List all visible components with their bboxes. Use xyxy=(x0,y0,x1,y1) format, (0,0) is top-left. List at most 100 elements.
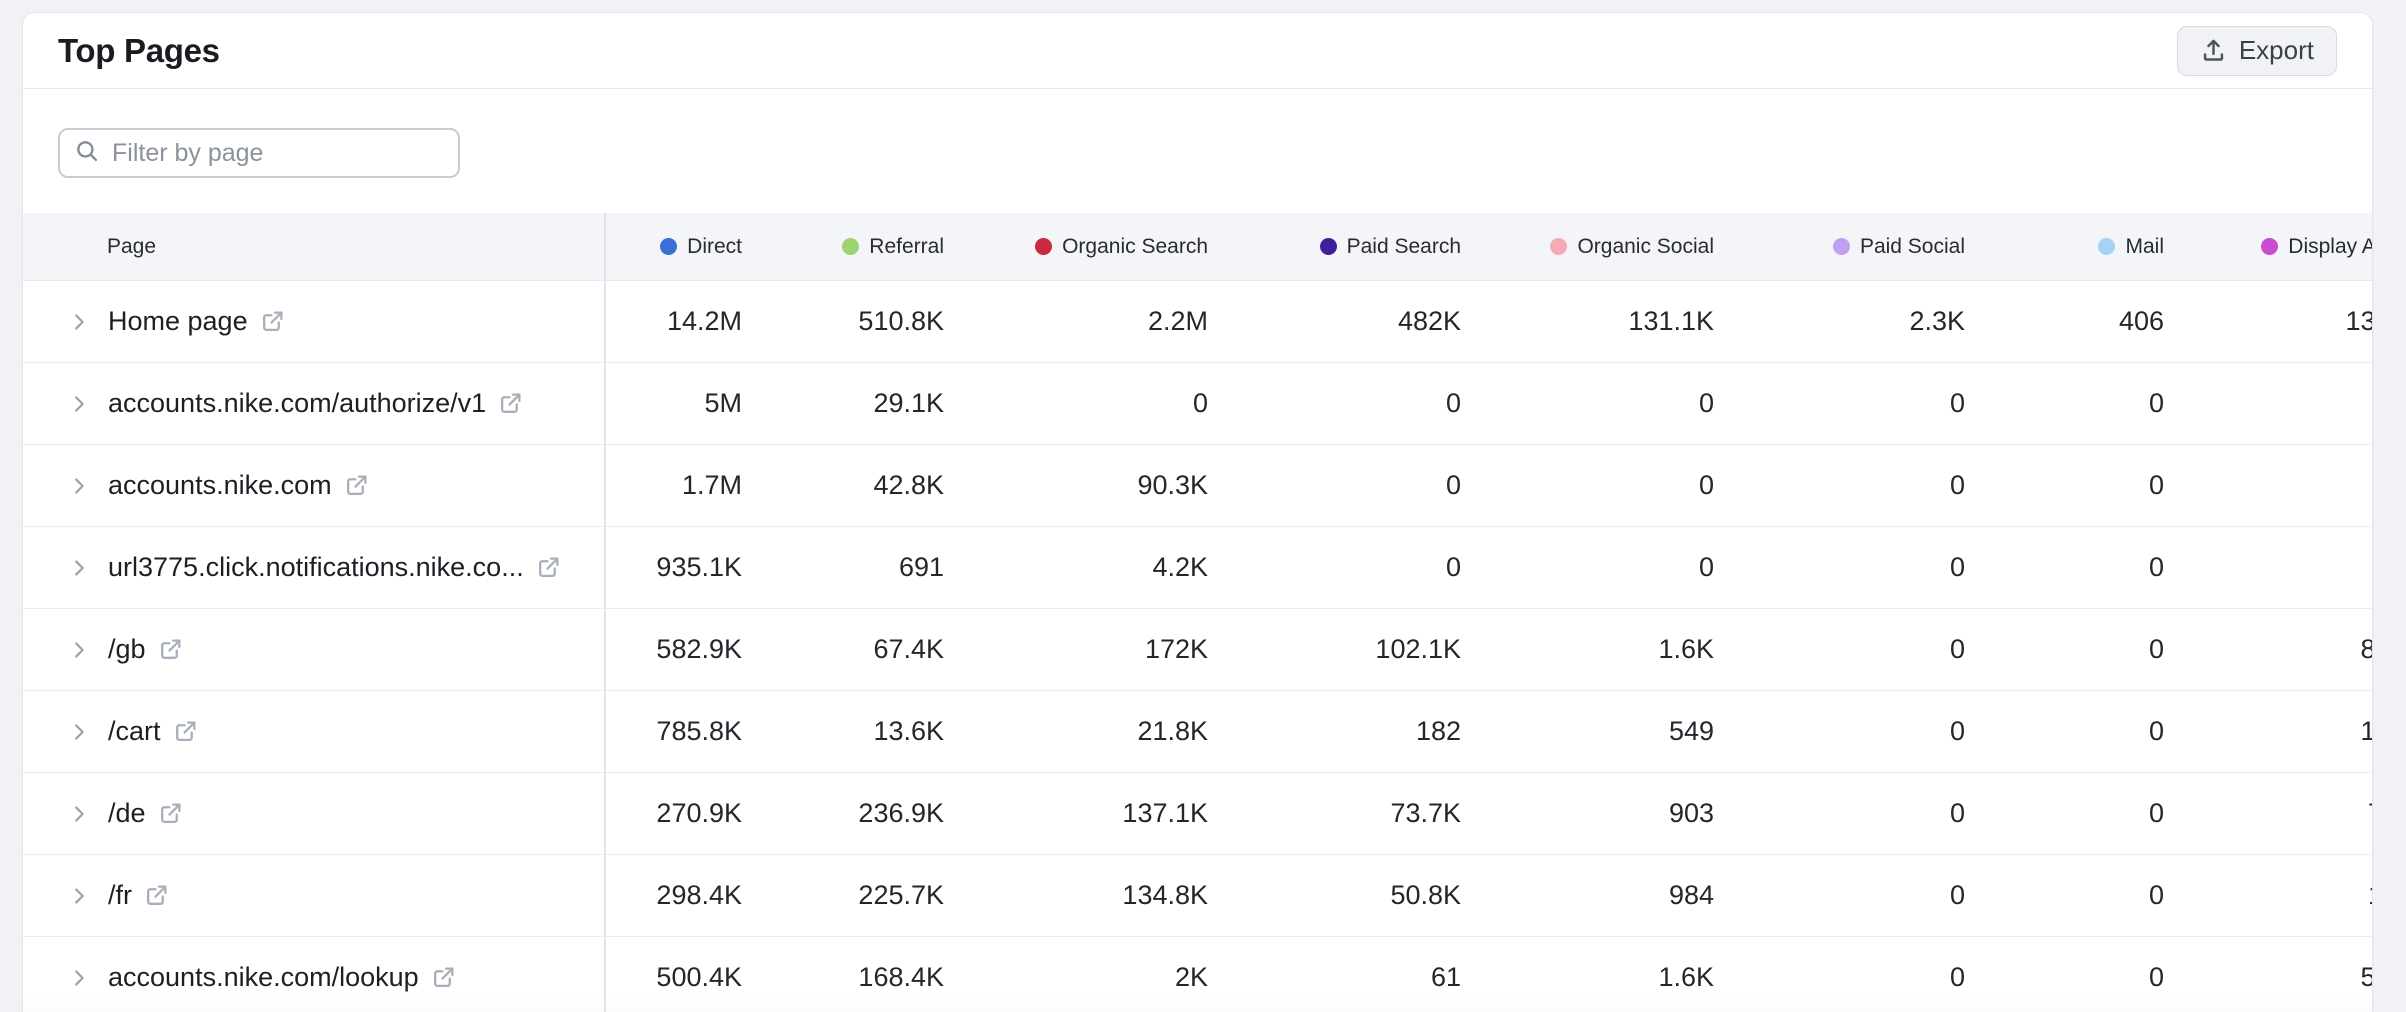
external-link-icon[interactable] xyxy=(431,965,456,990)
metric-value: 61 xyxy=(1208,937,1461,1012)
metric-value: 0 xyxy=(1965,691,2164,772)
page-name: url3775.click.notifications.nike.co... xyxy=(108,552,524,583)
page-cell: Home page xyxy=(23,281,606,362)
page-name: /cart xyxy=(108,716,161,747)
metric-value: 298.4K xyxy=(606,855,742,936)
page-cell: /gb xyxy=(23,609,606,690)
metric-value: 0 xyxy=(1461,445,1714,526)
column-header-paid-search[interactable]: Paid Search xyxy=(1208,213,1461,280)
expand-chevron-icon[interactable] xyxy=(68,639,108,661)
page-cell: accounts.nike.com/authorize/v1 xyxy=(23,363,606,444)
metric-value: 0 xyxy=(1965,363,2164,444)
external-link-icon[interactable] xyxy=(144,883,169,908)
expand-chevron-icon[interactable] xyxy=(68,475,108,497)
metric-value: 0 xyxy=(1714,445,1965,526)
metric-value: 1.6K xyxy=(1461,937,1714,1012)
column-label: Paid Search xyxy=(1347,235,1461,259)
column-header-mail[interactable]: Mail xyxy=(1965,213,2164,280)
table-row[interactable]: /fr 298.4K225.7K134.8K50.8K9840019 xyxy=(23,855,2372,937)
column-header-direct[interactable]: Direct xyxy=(606,213,742,280)
column-header-organic-social[interactable]: Organic Social xyxy=(1461,213,1714,280)
external-link-icon[interactable] xyxy=(344,473,369,498)
expand-chevron-icon[interactable] xyxy=(68,557,108,579)
external-link-icon[interactable] xyxy=(173,719,198,744)
metric-value: 0 xyxy=(1461,527,1714,608)
page-title: Top Pages xyxy=(58,32,220,70)
column-header-display-ads[interactable]: Display Ads xyxy=(2164,213,2372,280)
filter-box xyxy=(58,128,460,178)
external-link-icon[interactable] xyxy=(498,391,523,416)
table-row[interactable]: /de 270.9K236.9K137.1K73.7K9030073 xyxy=(23,773,2372,855)
external-link-icon[interactable] xyxy=(158,637,183,662)
metric-value: 19 xyxy=(2164,855,2372,936)
page-name: Home page xyxy=(108,306,248,337)
metric-value: 21.8K xyxy=(944,691,1208,772)
legend-dot-icon xyxy=(2098,238,2115,255)
page-name: accounts.nike.com/lookup xyxy=(108,962,419,993)
metric-value: 935.1K xyxy=(606,527,742,608)
metric-value: 137.1K xyxy=(944,773,1208,854)
legend-dot-icon xyxy=(842,238,859,255)
table-row[interactable]: Home page 14.2M510.8K2.2M482K131.1K2.3K4… xyxy=(23,281,2372,363)
column-header-page[interactable]: Page xyxy=(23,213,606,280)
filter-row xyxy=(23,89,2372,178)
legend-dot-icon xyxy=(660,238,677,255)
expand-chevron-icon[interactable] xyxy=(68,885,108,907)
metric-value: 4.2K xyxy=(944,527,1208,608)
table-header-row: Page Direct Referral Organic Search Paid… xyxy=(23,213,2372,281)
external-link-icon[interactable] xyxy=(158,801,183,826)
page-name: accounts.nike.com/authorize/v1 xyxy=(108,388,486,419)
table-row[interactable]: accounts.nike.com 1.7M42.8K90.3K00000 xyxy=(23,445,2372,527)
export-button[interactable]: Export xyxy=(2177,26,2337,76)
metric-value: 182 xyxy=(1208,691,1461,772)
metric-value: 1.4 xyxy=(2164,691,2372,772)
metric-value: 29.1K xyxy=(742,363,944,444)
page-cell: url3775.click.notifications.nike.co... xyxy=(23,527,606,608)
metric-value: 270.9K xyxy=(606,773,742,854)
metric-value: 0 xyxy=(1714,773,1965,854)
column-header-referral[interactable]: Referral xyxy=(742,213,944,280)
column-header-organic-search[interactable]: Organic Search xyxy=(944,213,1208,280)
table-row[interactable]: url3775.click.notifications.nike.co... 9… xyxy=(23,527,2372,609)
metric-value: 0 xyxy=(1461,363,1714,444)
metric-value: 1.6K xyxy=(1461,609,1714,690)
expand-chevron-icon[interactable] xyxy=(68,393,108,415)
metric-value: 1.7M xyxy=(606,445,742,526)
table-row[interactable]: /gb 582.9K67.4K172K102.1K1.6K008.6 xyxy=(23,609,2372,691)
external-link-icon[interactable] xyxy=(536,555,561,580)
metric-value: 482K xyxy=(1208,281,1461,362)
search-icon xyxy=(74,138,100,169)
table-row[interactable]: /cart 785.8K13.6K21.8K182549001.4 xyxy=(23,691,2372,773)
page-name: /gb xyxy=(108,634,146,665)
page-name: accounts.nike.com xyxy=(108,470,332,501)
metric-value: 984 xyxy=(1461,855,1714,936)
column-label: Referral xyxy=(869,235,944,259)
expand-chevron-icon[interactable] xyxy=(68,311,108,333)
table-row[interactable]: accounts.nike.com/lookup 500.4K168.4K2K6… xyxy=(23,937,2372,1012)
metric-value: 0 xyxy=(2164,527,2372,608)
metric-value: 0 xyxy=(1965,937,2164,1012)
metric-value: 0 xyxy=(2164,445,2372,526)
metric-value: 2.3K xyxy=(1714,281,1965,362)
expand-chevron-icon[interactable] xyxy=(68,721,108,743)
page-cell: accounts.nike.com xyxy=(23,445,606,526)
table-row[interactable]: accounts.nike.com/authorize/v1 5M29.1K00… xyxy=(23,363,2372,445)
filter-input[interactable] xyxy=(112,139,444,168)
metric-value: 0 xyxy=(1965,609,2164,690)
expand-chevron-icon[interactable] xyxy=(68,803,108,825)
metric-value: 0 xyxy=(1714,937,1965,1012)
top-pages-card: Top Pages Export Page Direct xyxy=(23,13,2372,1012)
metric-value: 0 xyxy=(2164,363,2372,444)
metric-value: 5.1 xyxy=(2164,937,2372,1012)
column-label: Direct xyxy=(687,235,742,259)
expand-chevron-icon[interactable] xyxy=(68,967,108,989)
metric-value: 582.9K xyxy=(606,609,742,690)
column-header-paid-social[interactable]: Paid Social xyxy=(1714,213,1965,280)
card-header: Top Pages Export xyxy=(23,13,2372,89)
metric-value: 0 xyxy=(1965,445,2164,526)
metric-value: 0 xyxy=(1714,691,1965,772)
legend-dot-icon xyxy=(1035,238,1052,255)
external-link-icon[interactable] xyxy=(260,309,285,334)
top-pages-table: Page Direct Referral Organic Search Paid… xyxy=(23,213,2372,1012)
page-cell: accounts.nike.com/lookup xyxy=(23,937,606,1012)
